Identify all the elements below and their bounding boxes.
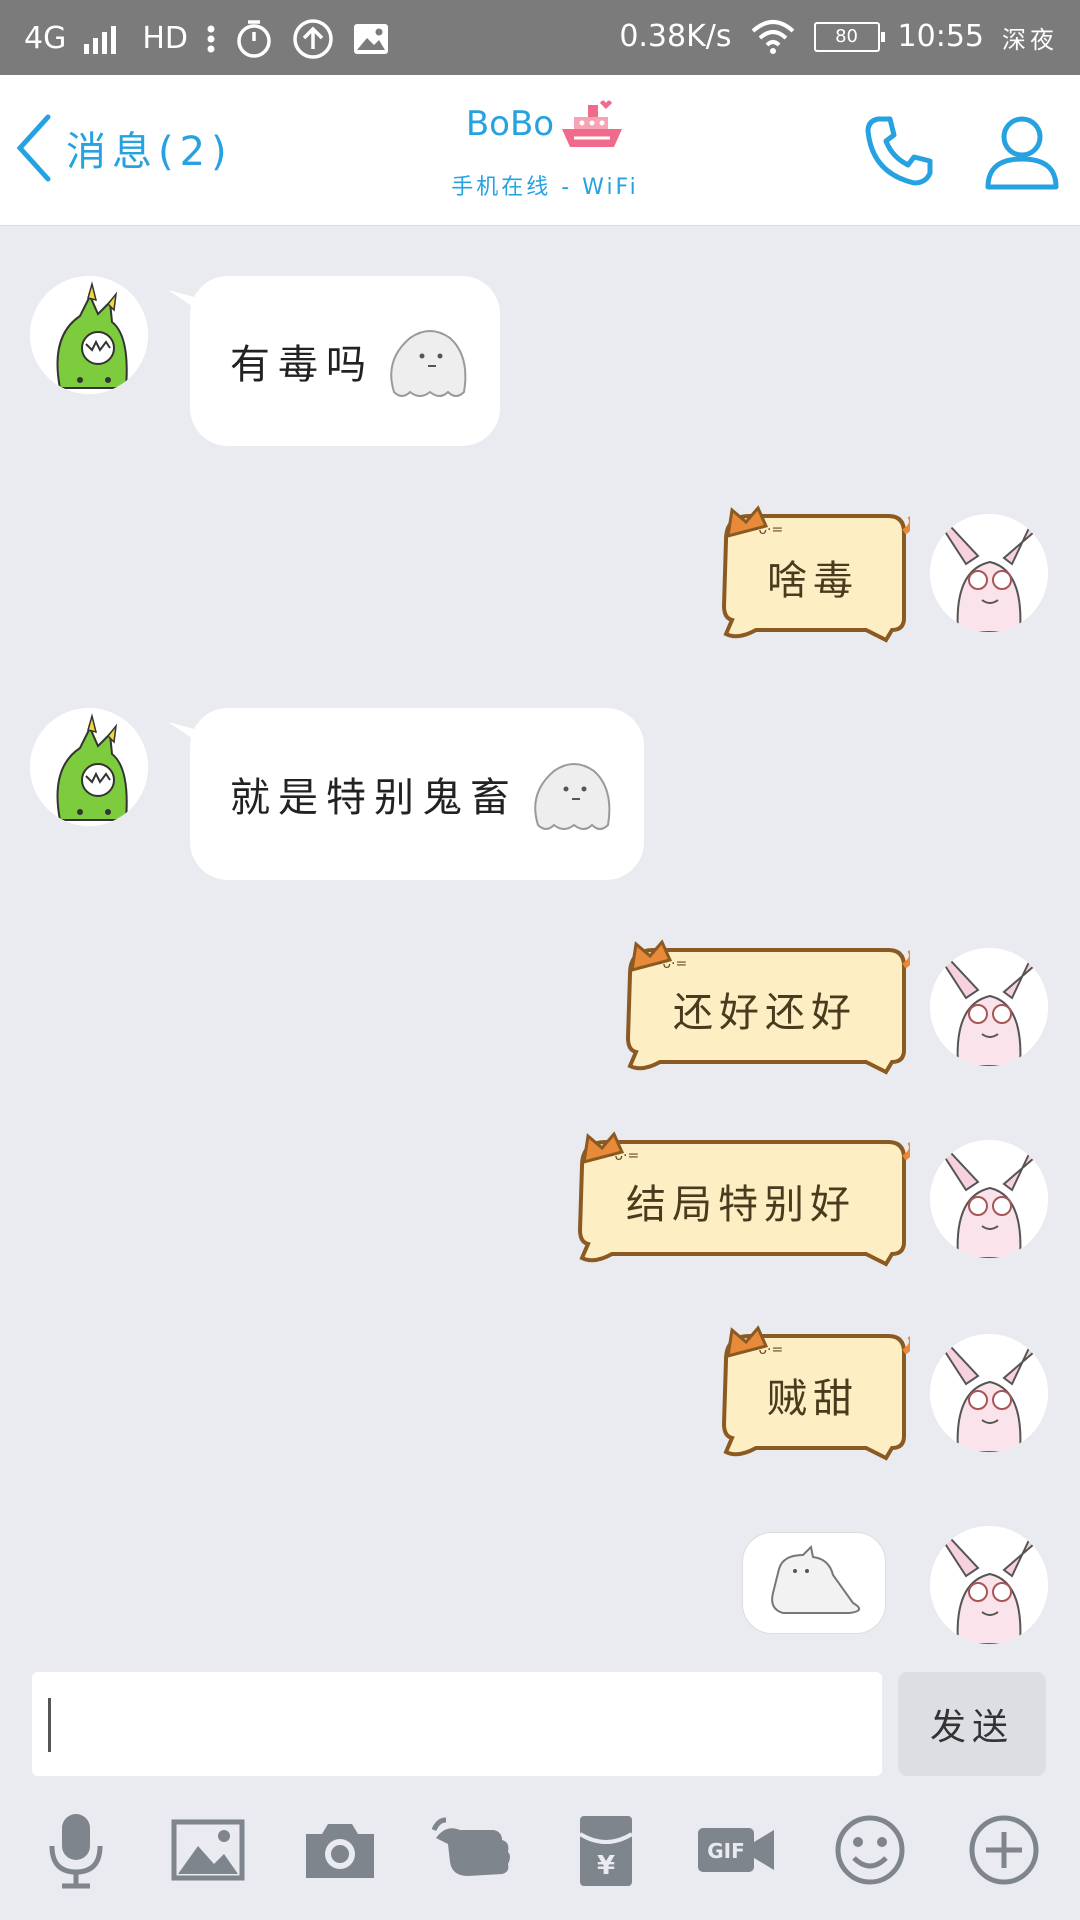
- profile-icon[interactable]: [982, 111, 1062, 191]
- status-bar: 4G HD 0.38K/s 80 10:55 深夜: [0, 0, 1080, 75]
- message-text: 结局特别好: [626, 1182, 856, 1228]
- cat-sticker-icon: [771, 1544, 860, 1614]
- plus-icon[interactable]: [964, 1810, 1044, 1890]
- upload-icon: [293, 19, 333, 59]
- back-label: 消息(2): [66, 129, 233, 175]
- message-input[interactable]: [32, 1672, 882, 1776]
- message-text: 啥毒: [767, 558, 859, 604]
- gallery-notification-icon: [354, 24, 389, 54]
- back-button[interactable]: 消息(2): [14, 113, 233, 183]
- my-avatar[interactable]: [930, 1140, 1048, 1258]
- my-avatar[interactable]: [930, 948, 1048, 1066]
- network-label: 4G: [24, 21, 67, 56]
- message-text: 有毒吗: [230, 342, 374, 388]
- my-avatar[interactable]: [930, 1334, 1048, 1452]
- wifi-icon: [751, 20, 794, 54]
- sticker-message[interactable]: [742, 1532, 886, 1634]
- message-text: 就是特别鬼畜: [230, 775, 518, 821]
- svg-text:·ᴗ·=: ·ᴗ·=: [610, 1148, 639, 1164]
- camera-icon[interactable]: [300, 1810, 380, 1890]
- send-button[interactable]: 发送: [898, 1672, 1046, 1776]
- svg-text:·ᴗ·=: ·ᴗ·=: [754, 522, 783, 538]
- stopwatch-icon: [237, 20, 271, 58]
- red-packet-icon[interactable]: ¥: [566, 1810, 646, 1890]
- more-dots-icon: [207, 25, 215, 53]
- svg-text:GIF: GIF: [707, 1839, 745, 1863]
- my-avatar[interactable]: [930, 1526, 1048, 1644]
- gif-icon[interactable]: GIF: [696, 1810, 776, 1890]
- signal-icon: [84, 26, 117, 54]
- microphone-icon[interactable]: [36, 1810, 116, 1890]
- hd-label: HD: [142, 21, 189, 56]
- ship-badge-icon: [562, 100, 623, 147]
- message-bubble[interactable]: ·ᴗ·= 啥毒: [716, 500, 910, 648]
- svg-text:·ᴗ·=: ·ᴗ·=: [754, 1342, 783, 1358]
- svg-text:¥: ¥: [597, 1851, 615, 1881]
- my-avatar[interactable]: [930, 514, 1048, 632]
- message-bubble[interactable]: 就是特别鬼畜: [168, 708, 644, 880]
- phone-call-icon[interactable]: [860, 111, 940, 191]
- image-icon[interactable]: [168, 1810, 248, 1890]
- emoji-icon[interactable]: [830, 1810, 910, 1890]
- contact-avatar[interactable]: [30, 276, 148, 394]
- contact-status: 手机在线 - WiFi: [451, 175, 639, 200]
- poke-hand-icon[interactable]: [432, 1810, 512, 1890]
- time-period: 深夜: [1002, 25, 1058, 54]
- contact-name: BoBo: [465, 104, 555, 144]
- network-speed: 0.38K/s: [619, 19, 732, 54]
- message-bubble[interactable]: 有毒吗: [168, 276, 500, 446]
- battery-icon: 80: [813, 22, 885, 52]
- text-cursor: [48, 1698, 51, 1752]
- message-text: 还好还好: [673, 990, 857, 1036]
- message-text: 贼甜: [767, 1376, 859, 1422]
- message-bubble[interactable]: ·ᴗ·= 贼甜: [716, 1320, 910, 1466]
- svg-text:·ᴗ·=: ·ᴗ·=: [658, 956, 687, 972]
- chevron-left-icon: [16, 114, 51, 182]
- ghost-emoji-icon: [390, 330, 467, 397]
- message-bubble[interactable]: ·ᴗ·= 还好还好: [620, 934, 910, 1080]
- input-toolbar: ¥ GIF: [0, 1810, 1080, 1910]
- chat-header: 消息(2) BoBo 手机在线 - WiFi: [0, 75, 1080, 226]
- contact-avatar[interactable]: [30, 708, 148, 826]
- message-bubble[interactable]: ·ᴗ·= 结局特别好: [572, 1126, 910, 1272]
- contact-title[interactable]: BoBo 手机在线 - WiFi: [400, 97, 690, 201]
- clock: 10:55: [897, 19, 984, 54]
- ghost-emoji-icon: [534, 763, 611, 830]
